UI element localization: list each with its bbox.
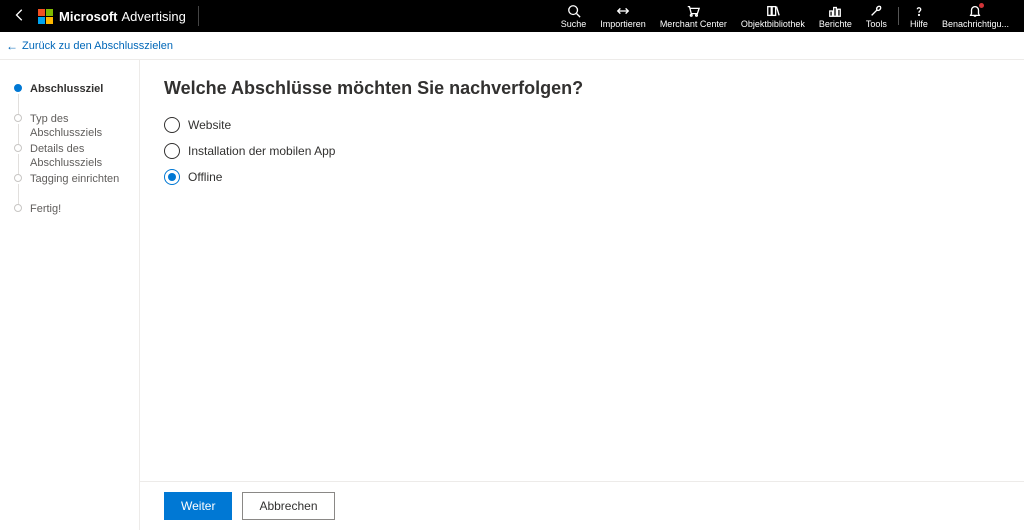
step-dot-icon	[14, 144, 22, 152]
wizard-step-details[interactable]: Details des Abschlussziels	[0, 142, 135, 172]
cart-icon	[686, 4, 700, 18]
nav-label: Hilfe	[910, 19, 928, 29]
back-to-goals-link[interactable]: ← Zurück zu den Abschlusszielen	[6, 39, 173, 53]
nav-label: Merchant Center	[660, 19, 727, 29]
wizard-step-tagging[interactable]: Tagging einrichten	[0, 172, 135, 202]
step-label: Typ des Abschlussziels	[18, 112, 135, 142]
nav-notifications[interactable]: Benachrichtigu...	[935, 0, 1016, 32]
library-icon	[766, 4, 780, 18]
bell-icon	[968, 4, 982, 18]
arrow-left-icon: ←	[6, 39, 18, 53]
radio-icon	[164, 143, 180, 159]
option-label: Offline	[188, 170, 222, 184]
help-icon	[912, 4, 926, 18]
top-navbar: Microsoft Advertising Suche Importieren …	[0, 0, 1024, 32]
nav-separator	[898, 7, 899, 25]
nav-label: Berichte	[819, 19, 852, 29]
step-dot-icon	[14, 114, 22, 122]
nav-label: Tools	[866, 19, 887, 29]
brand-secondary: Advertising	[122, 9, 186, 24]
cancel-button[interactable]: Abbrechen	[242, 492, 334, 520]
main-content: Welche Abschlüsse möchten Sie nachverfol…	[140, 60, 1024, 530]
wizard-steps-sidebar: Abschlussziel Typ des Abschlussziels Det…	[0, 60, 140, 530]
page-layout: Abschlussziel Typ des Abschlussziels Det…	[0, 60, 1024, 530]
import-icon	[616, 4, 630, 18]
search-icon	[567, 4, 581, 18]
option-label: Website	[188, 118, 231, 132]
radio-icon	[164, 117, 180, 133]
nav-label: Objektbibliothek	[741, 19, 805, 29]
option-label: Installation der mobilen App	[188, 144, 335, 158]
reports-icon	[828, 4, 842, 18]
nav-search[interactable]: Suche	[554, 0, 594, 32]
nav-merchant-center[interactable]: Merchant Center	[653, 0, 734, 32]
wrench-icon	[869, 4, 883, 18]
top-nav-right: Suche Importieren Merchant Center Objekt…	[554, 0, 1016, 32]
option-mobile-app[interactable]: Installation der mobilen App	[164, 143, 1000, 159]
nav-tools[interactable]: Tools	[859, 0, 894, 32]
step-dot-icon	[14, 84, 22, 92]
radio-icon	[164, 169, 180, 185]
step-label: Abschlussziel	[18, 82, 103, 112]
brand-primary: Microsoft	[59, 9, 118, 24]
next-button[interactable]: Weiter	[164, 492, 232, 520]
wizard-step-type[interactable]: Typ des Abschlussziels	[0, 112, 135, 142]
nav-import[interactable]: Importieren	[593, 0, 653, 32]
brand-block: Microsoft Advertising	[38, 9, 186, 24]
nav-label: Importieren	[600, 19, 646, 29]
backlink-bar: ← Zurück zu den Abschlusszielen	[0, 32, 1024, 60]
wizard-step-goal[interactable]: Abschlussziel	[0, 82, 135, 112]
step-connector	[18, 124, 19, 144]
brand-divider	[198, 6, 199, 26]
nav-help[interactable]: Hilfe	[903, 0, 935, 32]
nav-reports[interactable]: Berichte	[812, 0, 859, 32]
step-connector	[18, 94, 19, 114]
option-offline[interactable]: Offline	[164, 169, 1000, 185]
backlink-text: Zurück zu den Abschlusszielen	[22, 40, 173, 52]
global-back-button[interactable]	[8, 8, 32, 25]
page-title: Welche Abschlüsse möchten Sie nachverfol…	[164, 78, 1000, 99]
step-label: Tagging einrichten	[18, 172, 119, 202]
nav-object-library[interactable]: Objektbibliothek	[734, 0, 812, 32]
step-connector	[18, 154, 19, 174]
nav-label: Benachrichtigu...	[942, 19, 1009, 29]
wizard-step-done[interactable]: Fertig!	[0, 202, 135, 232]
step-connector	[18, 184, 19, 204]
microsoft-logo-icon	[38, 9, 53, 24]
option-website[interactable]: Website	[164, 117, 1000, 133]
step-label: Fertig!	[18, 202, 61, 232]
nav-label: Suche	[561, 19, 587, 29]
step-dot-icon	[14, 204, 22, 212]
wizard-footer: Weiter Abbrechen	[140, 481, 1024, 530]
step-dot-icon	[14, 174, 22, 182]
step-label: Details des Abschlussziels	[18, 142, 135, 172]
